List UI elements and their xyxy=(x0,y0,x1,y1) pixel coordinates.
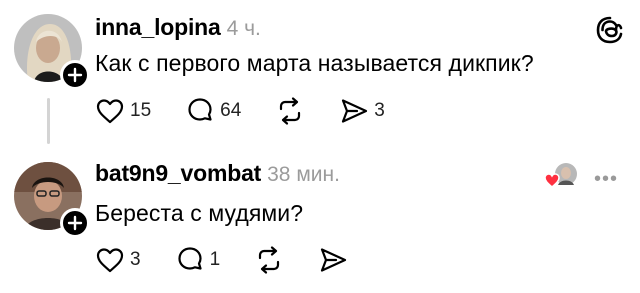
threads-logo-icon[interactable] xyxy=(594,14,626,46)
comment-icon xyxy=(177,247,202,270)
plus-icon xyxy=(67,67,83,83)
follow-button[interactable] xyxy=(60,208,90,238)
username[interactable]: bat9n9_vombat xyxy=(95,160,261,187)
comment-button[interactable]: 1 xyxy=(175,245,221,275)
post-actions: 3 1 xyxy=(95,245,382,275)
post-header: bat9n9_vombat 38 мин. xyxy=(95,160,340,186)
share-button[interactable] xyxy=(318,245,348,275)
share-button[interactable]: 3 xyxy=(339,96,385,126)
avatar-bat9n9-vombat-wrap[interactable] xyxy=(14,162,90,238)
post-text: Береста с мудями? xyxy=(95,200,304,226)
like-count: 3 xyxy=(130,249,141,270)
share-count: 3 xyxy=(374,100,385,121)
post-text: Как с первого марта называется дикпик? xyxy=(95,50,534,76)
heart-icon xyxy=(96,99,124,124)
share-icon xyxy=(321,248,347,272)
repost-button[interactable] xyxy=(275,96,305,126)
repost-button[interactable] xyxy=(254,245,284,275)
timestamp: 38 мин. xyxy=(267,163,340,186)
comment-count: 1 xyxy=(209,249,221,270)
heart-icon xyxy=(544,173,560,188)
like-count: 15 xyxy=(130,100,152,121)
username[interactable]: inna_lopina xyxy=(95,14,221,41)
comment-icon xyxy=(188,98,212,121)
like-button[interactable]: 3 xyxy=(95,245,141,275)
comment-count: 64 xyxy=(220,100,242,121)
post-bat9n9-vombat: bat9n9_vombat 38 мин. ••• Береста с мудя… xyxy=(0,150,640,293)
more-icon[interactable]: ••• xyxy=(594,168,618,191)
post-actions: 15 64 3 xyxy=(95,96,419,126)
comment-button[interactable]: 64 xyxy=(185,96,241,126)
heart-icon xyxy=(96,248,124,273)
timestamp: 4 ч. xyxy=(226,17,261,40)
liked-by-author-indicator[interactable] xyxy=(540,160,580,190)
post-inna-lopina: inna_lopina 4 ч. Как с первого марта наз… xyxy=(0,0,640,150)
like-button[interactable]: 15 xyxy=(95,96,151,126)
plus-icon xyxy=(67,215,83,231)
repost-icon xyxy=(280,97,301,125)
repost-icon xyxy=(259,246,280,274)
share-icon xyxy=(342,99,368,123)
avatar-inna-lopina-wrap[interactable] xyxy=(14,14,90,90)
thread-line xyxy=(47,98,50,144)
post-header: inna_lopina 4 ч. xyxy=(95,14,261,40)
follow-button[interactable] xyxy=(60,60,90,90)
